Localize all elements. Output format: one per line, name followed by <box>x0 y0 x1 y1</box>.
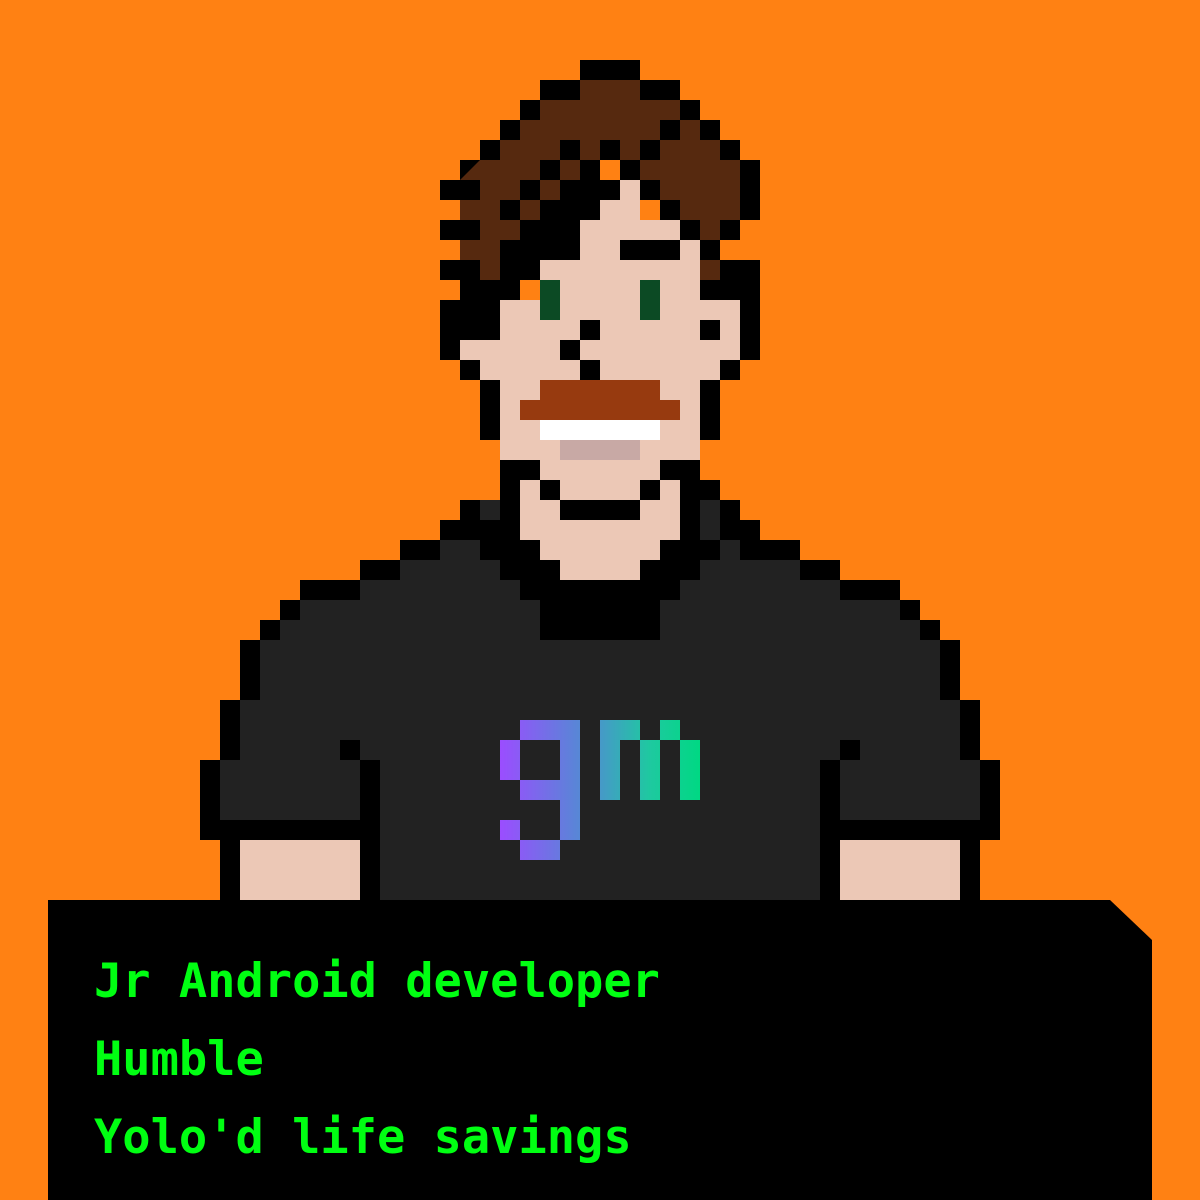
right-eye-icon <box>640 280 660 320</box>
nose <box>580 320 600 340</box>
traits-panel: Jr Android developer Humble Yolo'd life … <box>48 900 1152 1200</box>
trait-finance: Yolo'd life savings <box>94 1110 632 1165</box>
mustache-icon <box>520 380 680 420</box>
teeth <box>540 420 660 440</box>
lip <box>560 440 640 460</box>
trait-role: Jr Android developer <box>94 954 660 1009</box>
eyebrow <box>620 240 680 260</box>
left-eye-icon <box>540 280 560 320</box>
trait-personality: Humble <box>94 1032 264 1087</box>
